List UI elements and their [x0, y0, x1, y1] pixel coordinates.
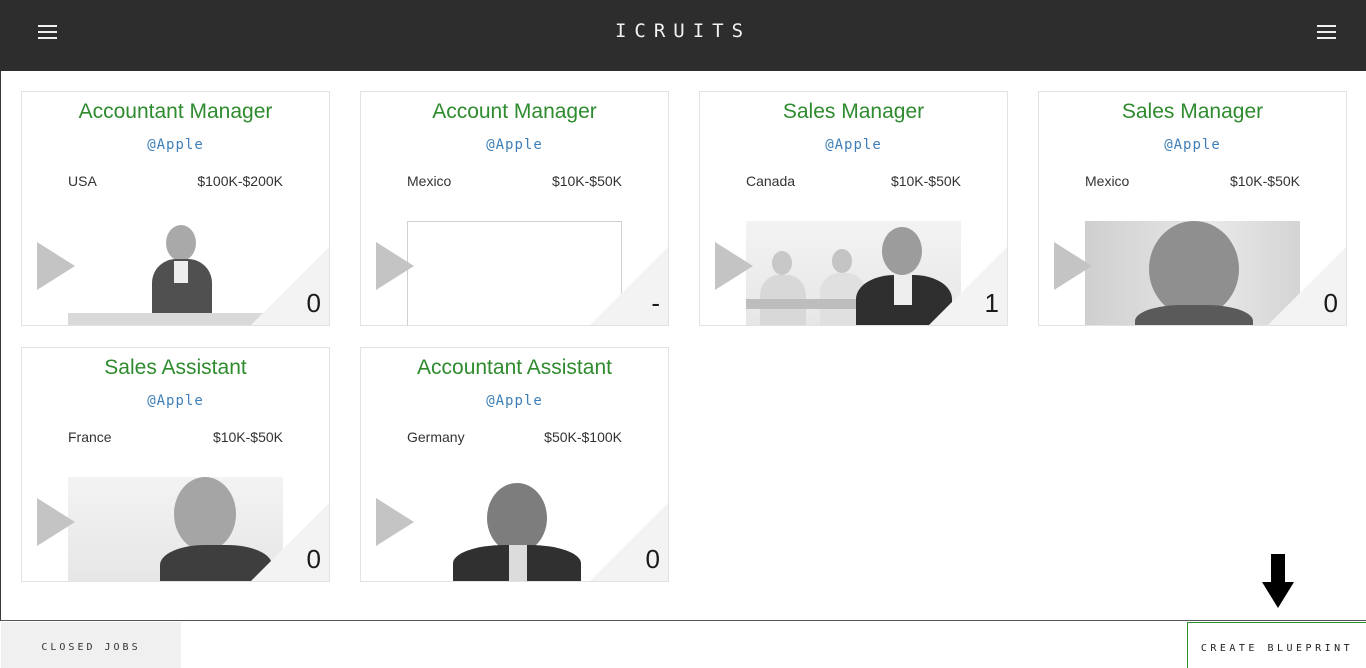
applicant-count: -	[651, 288, 660, 318]
job-card[interactable]: Account Manager @Apple Mexico $10K-$50K …	[360, 91, 669, 326]
job-title[interactable]: Sales Manager	[1039, 100, 1346, 124]
right-menu-icon[interactable]	[1317, 24, 1337, 40]
play-icon[interactable]	[37, 498, 75, 546]
job-title[interactable]: Sales Assistant	[22, 356, 329, 380]
job-location: Mexico	[407, 173, 452, 189]
job-title[interactable]: Accountant Manager	[22, 100, 329, 124]
job-location: Mexico	[1085, 173, 1130, 189]
job-location: France	[68, 429, 112, 445]
job-title[interactable]: Sales Manager	[700, 100, 1007, 124]
job-location: USA	[68, 173, 97, 189]
play-icon[interactable]	[376, 242, 414, 290]
job-title[interactable]: Accountant Assistant	[361, 356, 668, 380]
top-navigation-bar: ICRUITS	[0, 0, 1366, 71]
applicant-count: 0	[306, 544, 321, 574]
footer-divider	[0, 620, 1366, 621]
company-name[interactable]: @Apple	[700, 137, 1007, 153]
job-card[interactable]: Accountant Manager @Apple USA $100K-$200…	[21, 91, 330, 326]
applicant-count: 0	[1323, 288, 1338, 318]
applicant-count: 0	[306, 288, 321, 318]
company-name[interactable]: @Apple	[22, 393, 329, 409]
app-brand: ICRUITS	[614, 20, 752, 42]
create-blueprint-button[interactable]: CREATE BLUEPRINT	[1187, 622, 1366, 668]
company-name[interactable]: @Apple	[22, 137, 329, 153]
play-icon[interactable]	[715, 242, 753, 290]
play-icon[interactable]	[376, 498, 414, 546]
company-name[interactable]: @Apple	[361, 393, 668, 409]
job-salary: $10K-$50K	[212, 429, 283, 445]
job-location: Canada	[746, 173, 796, 189]
job-salary: $50K-$100K	[544, 429, 622, 445]
job-salary: $10K-$50K	[890, 173, 961, 189]
job-salary: $10K-$50K	[551, 173, 622, 189]
job-title[interactable]: Account Manager	[361, 100, 668, 124]
play-icon[interactable]	[37, 242, 75, 290]
job-salary: $100K-$200K	[197, 173, 283, 189]
applicant-count: 1	[984, 288, 999, 318]
applicant-count: 0	[645, 544, 660, 574]
play-icon[interactable]	[1054, 242, 1092, 290]
closed-jobs-button[interactable]: CLOSED JOBS	[1, 622, 181, 668]
company-name[interactable]: @Apple	[361, 137, 668, 153]
job-card[interactable]: Accountant Assistant @Apple Germany $50K…	[360, 347, 669, 582]
arrow-down-icon	[1262, 554, 1294, 609]
job-card[interactable]: Sales Manager @Apple Mexico $10K-$50K 0	[1038, 91, 1347, 326]
company-name[interactable]: @Apple	[1039, 137, 1346, 153]
job-card[interactable]: Sales Assistant @Apple France $10K-$50K …	[21, 347, 330, 582]
job-location: Germany	[407, 429, 465, 445]
job-salary: $10K-$50K	[1229, 173, 1300, 189]
job-card[interactable]: Sales Manager @Apple Canada $10K-$50K 1	[699, 91, 1008, 326]
